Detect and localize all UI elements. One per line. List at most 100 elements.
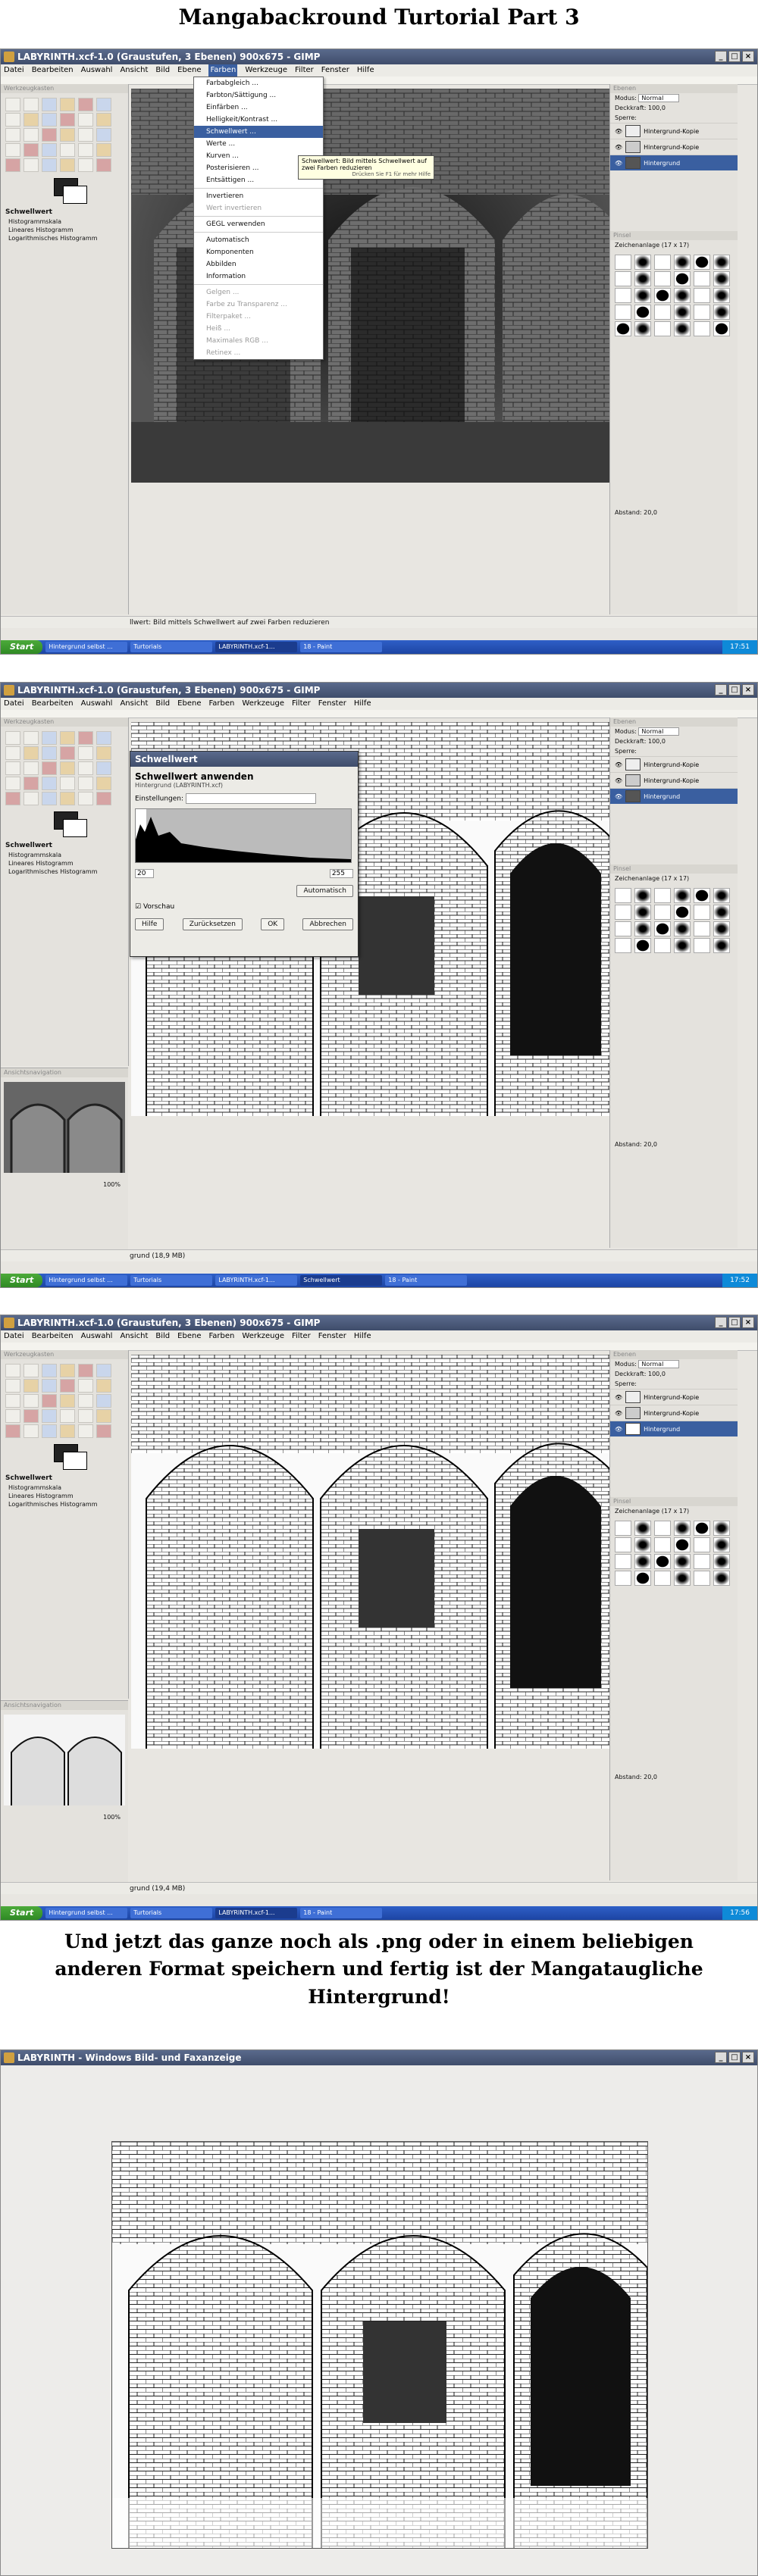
bucket-fill-tool-icon[interactable] bbox=[42, 143, 57, 157]
taskbar-item[interactable]: Hintergrund selbst ... bbox=[45, 1275, 128, 1286]
brush-swatch[interactable] bbox=[634, 921, 651, 936]
maximize-button[interactable]: □ bbox=[728, 684, 741, 696]
menu-item-retinex[interactable]: Retinex ... bbox=[194, 347, 323, 359]
clone-tool-icon[interactable] bbox=[60, 158, 75, 172]
maximize-button[interactable]: □ bbox=[728, 51, 741, 62]
text-tool-icon[interactable] bbox=[23, 143, 39, 157]
eye-icon[interactable]: 👁 bbox=[615, 1426, 622, 1433]
brush-swatch[interactable] bbox=[615, 271, 631, 286]
brush-swatch[interactable] bbox=[634, 905, 651, 920]
lasso-tool-icon[interactable] bbox=[42, 98, 57, 111]
tool-icon[interactable] bbox=[42, 792, 57, 805]
taskbar-item[interactable]: Turtorials bbox=[130, 1908, 213, 1918]
move-tool-icon[interactable] bbox=[96, 113, 111, 127]
close-button[interactable]: × bbox=[742, 2052, 754, 2063]
fuzzy-select-tool-icon[interactable] bbox=[60, 98, 75, 111]
image-canvas[interactable] bbox=[131, 1355, 617, 1749]
menu-item-filter-pack[interactable]: Filterpaket ... bbox=[194, 311, 323, 323]
layer-name[interactable]: Hintergrund bbox=[644, 1426, 680, 1433]
tool-icon[interactable] bbox=[78, 777, 93, 790]
brush-swatch[interactable] bbox=[654, 888, 671, 903]
brush-swatch[interactable] bbox=[654, 305, 671, 320]
minimize-button[interactable]: _ bbox=[715, 51, 727, 62]
menu-bearbeiten[interactable]: Bearbeiten bbox=[32, 1330, 74, 1343]
layer-row[interactable]: 👁 Hintergrund bbox=[610, 1421, 738, 1436]
menu-ansicht[interactable]: Ansicht bbox=[120, 698, 148, 710]
taskbar-item[interactable]: Schwellwert bbox=[300, 1275, 383, 1286]
brush-swatch[interactable] bbox=[694, 255, 710, 270]
menu-item-extra-1[interactable]: Gelgen ... bbox=[194, 286, 323, 299]
tool-icon[interactable] bbox=[60, 1424, 75, 1438]
navigation-preview[interactable] bbox=[4, 1082, 125, 1173]
eye-icon[interactable]: 👁 bbox=[615, 793, 622, 800]
tool-icon[interactable] bbox=[23, 1424, 39, 1438]
tool-icon[interactable] bbox=[5, 792, 20, 805]
minimize-button[interactable]: _ bbox=[715, 1317, 727, 1328]
tool-icon[interactable] bbox=[96, 1379, 111, 1393]
brush-swatch[interactable] bbox=[634, 1537, 651, 1552]
close-button[interactable]: × bbox=[742, 51, 754, 62]
taskbar-item[interactable]: Turtorials bbox=[130, 1275, 213, 1286]
log-histogram-radio[interactable]: Logarithmisches Histogramm bbox=[1, 234, 128, 242]
menu-auswahl[interactable]: Auswahl bbox=[81, 64, 113, 77]
brush-swatch[interactable] bbox=[674, 888, 691, 903]
menu-hilfe[interactable]: Hilfe bbox=[354, 1330, 371, 1343]
spacing-value[interactable]: 20,0 bbox=[644, 1141, 657, 1148]
log-histogram-radio[interactable]: Logarithmisches Histogramm bbox=[1, 1500, 128, 1508]
menu-ebene[interactable]: Ebene bbox=[177, 64, 201, 77]
layer-name[interactable]: Hintergrund-Kopie bbox=[644, 128, 699, 135]
brush-swatch[interactable] bbox=[654, 321, 671, 336]
menu-farben[interactable]: Farben bbox=[208, 698, 234, 710]
brush-swatch[interactable] bbox=[634, 271, 651, 286]
brush-swatch[interactable] bbox=[713, 255, 730, 270]
log-histogram-radio[interactable]: Logarithmisches Histogramm bbox=[1, 868, 128, 876]
brush-swatch[interactable] bbox=[674, 321, 691, 336]
brush-swatch[interactable] bbox=[713, 888, 730, 903]
taskbar-item[interactable]: 18 - Paint bbox=[385, 1275, 468, 1286]
brush-swatch[interactable] bbox=[654, 1571, 671, 1586]
menu-ebene[interactable]: Ebene bbox=[177, 1330, 201, 1343]
layer-row[interactable]: 👁 Hintergrund-Kopie bbox=[610, 772, 738, 788]
tool-icon[interactable] bbox=[96, 731, 111, 745]
layer-row[interactable]: 👁 Hintergrund-Kopie bbox=[610, 123, 738, 139]
menu-fenster[interactable]: Fenster bbox=[318, 1330, 346, 1343]
background-color[interactable] bbox=[63, 186, 87, 204]
brush-swatch[interactable] bbox=[694, 1554, 710, 1569]
menu-item-brightness-contrast[interactable]: Helligkeit/Kontrast ... bbox=[194, 114, 323, 126]
brush-swatch[interactable] bbox=[713, 321, 730, 336]
brush-swatch[interactable] bbox=[615, 255, 631, 270]
brush-swatch[interactable] bbox=[634, 1521, 651, 1536]
brush-swatch[interactable] bbox=[713, 271, 730, 286]
brush-swatch[interactable] bbox=[674, 255, 691, 270]
preview-checkbox[interactable]: ☑ bbox=[135, 903, 141, 911]
brush-swatch[interactable] bbox=[634, 255, 651, 270]
eye-icon[interactable]: 👁 bbox=[615, 144, 622, 151]
brush-swatch[interactable] bbox=[674, 938, 691, 953]
histogram[interactable] bbox=[135, 808, 352, 863]
tool-icon[interactable] bbox=[96, 792, 111, 805]
zoom-tool-icon[interactable] bbox=[60, 113, 75, 127]
color-selector[interactable] bbox=[1, 177, 128, 207]
menu-hilfe[interactable]: Hilfe bbox=[354, 698, 371, 710]
taskbar-item[interactable]: Hintergrund selbst ... bbox=[45, 642, 128, 652]
menu-item-hue-saturation[interactable]: Farbton/Sättigung ... bbox=[194, 89, 323, 102]
taskbar-item[interactable]: LABYRINTH.xcf-1... bbox=[215, 642, 298, 652]
brush-swatch[interactable] bbox=[615, 1537, 631, 1552]
menu-datei[interactable]: Datei bbox=[4, 698, 24, 710]
measure-tool-icon[interactable] bbox=[78, 113, 93, 127]
taskbar-item[interactable]: Hintergrund selbst ... bbox=[45, 1908, 128, 1918]
layer-row[interactable]: 👁 Hintergrund-Kopie bbox=[610, 139, 738, 155]
tool-icon[interactable] bbox=[42, 761, 57, 775]
menu-werkzeuge[interactable]: Werkzeuge bbox=[245, 64, 287, 77]
brush-swatch[interactable] bbox=[674, 271, 691, 286]
align-tool-icon[interactable] bbox=[5, 128, 20, 142]
brush-swatch[interactable] bbox=[654, 271, 671, 286]
brush-swatch[interactable] bbox=[615, 921, 631, 936]
rect-select-tool-icon[interactable] bbox=[5, 98, 20, 111]
close-button[interactable]: × bbox=[742, 1317, 754, 1328]
color-selector[interactable] bbox=[1, 1443, 128, 1473]
menu-item-threshold[interactable]: Schwellwert ... bbox=[194, 126, 323, 138]
brush-swatch[interactable] bbox=[654, 288, 671, 303]
layer-row[interactable]: 👁 Hintergrund-Kopie bbox=[610, 1389, 738, 1405]
linear-histogram-radio[interactable]: Lineares Histogramm bbox=[1, 859, 128, 868]
